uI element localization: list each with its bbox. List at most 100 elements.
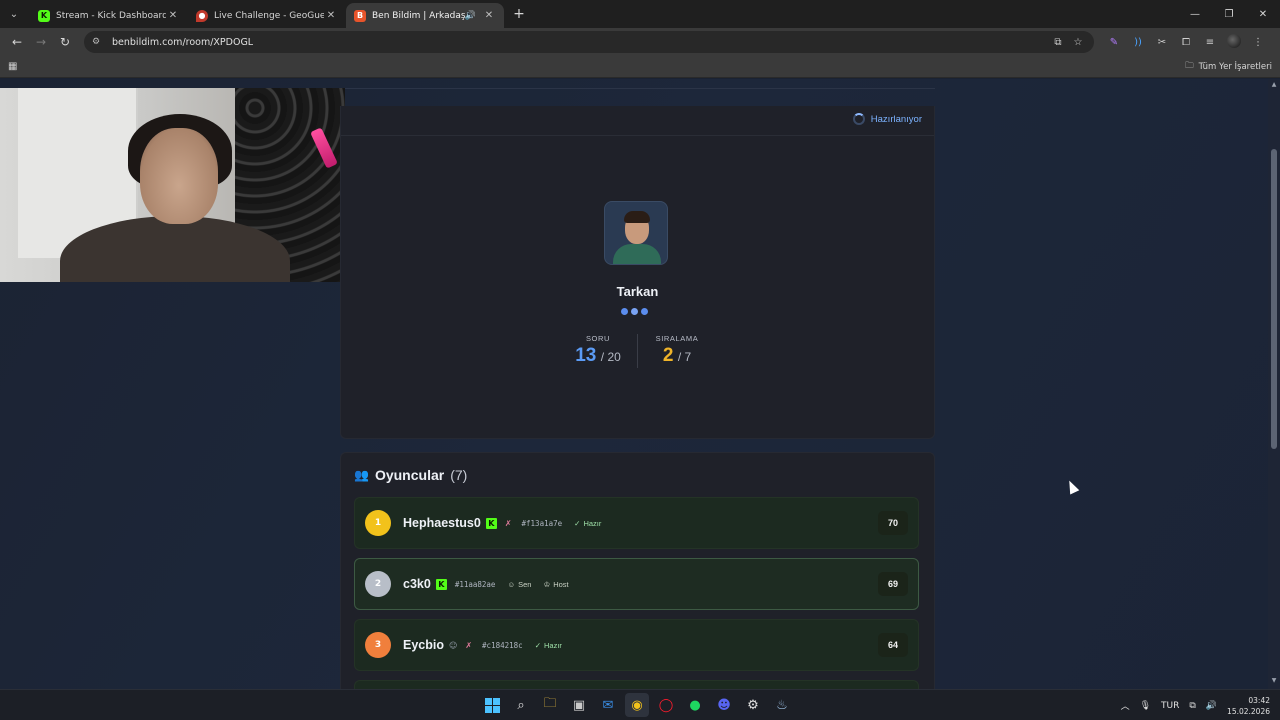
tab-title: Ben Bildim | Arkadaşlarınla: [372, 10, 465, 21]
you-label: Sen: [518, 579, 532, 589]
card-header: Hazırlanıyor: [341, 106, 934, 136]
benbildim-icon: B: [354, 9, 366, 22]
you-tag: ☺ Sen: [507, 580, 531, 589]
install-app-icon[interactable]: ⧉: [1048, 37, 1068, 48]
question-label: SORU: [585, 334, 611, 343]
typing-dots-icon: [621, 308, 648, 315]
store-icon[interactable]: ▣: [567, 693, 591, 717]
user-icon: ☺: [507, 579, 516, 589]
tab-geoguessr[interactable]: ● Live Challenge - GeoGuessr ✕: [188, 3, 346, 28]
ready-tag: ✓ Hazır: [574, 519, 601, 528]
rank-badge: 1: [365, 510, 391, 536]
windows-logo-icon: [484, 697, 500, 713]
language-indicator[interactable]: TUR: [1161, 701, 1179, 711]
question-stat: SORU 13 / 20: [563, 334, 633, 368]
back-button[interactable]: ←: [6, 31, 28, 53]
new-tab-button[interactable]: +: [508, 3, 530, 25]
minimize-icon[interactable]: —: [1178, 0, 1212, 28]
chrome-icon[interactable]: ◉: [625, 693, 649, 717]
check-circle-icon: ✓: [574, 518, 581, 528]
restore-icon[interactable]: ❐: [1212, 0, 1246, 28]
tab-title: Live Challenge - GeoGuessr: [214, 10, 324, 21]
network-icon[interactable]: ⧉: [1189, 701, 1195, 711]
extension-tool-icon[interactable]: ✂: [1150, 37, 1174, 48]
status-indicator: Hazırlanıyor: [852, 113, 922, 125]
volume-icon[interactable]: 🔊: [1206, 701, 1217, 711]
url-text: benbildim.com/room/XPDOGL: [112, 36, 254, 48]
discord-icon[interactable]: ☻: [712, 693, 736, 717]
page-scrollbar[interactable]: ▲ ▼: [1268, 79, 1280, 689]
clock[interactable]: 03:42 15.02.2026: [1227, 695, 1270, 717]
window-controls: — ❐ ✕: [1178, 0, 1280, 28]
check-circle-icon: ✓: [534, 640, 541, 650]
player-score: 70: [878, 511, 908, 535]
scroll-down-icon[interactable]: ▼: [1268, 677, 1280, 687]
rank-label: SIRALAMA: [655, 334, 699, 343]
rank-badge: 3: [365, 632, 391, 658]
site-info-icon[interactable]: ⚙: [92, 37, 104, 47]
spotify-icon[interactable]: ●: [683, 693, 707, 717]
all-bookmarks-button[interactable]: 🗀 Tüm Yer İşaretleri: [1185, 60, 1272, 74]
start-button[interactable]: [480, 693, 504, 717]
avatar-hair: [624, 211, 650, 223]
tab-benbildim[interactable]: B Ben Bildim | Arkadaşlarınla 🔊 ✕: [346, 3, 504, 28]
extensions-puzzle-icon[interactable]: ⧠: [1174, 37, 1198, 48]
chevron-up-icon[interactable]: ︿: [1121, 699, 1130, 712]
host-tag: ♔ Host: [543, 580, 568, 589]
question-total: / 20: [600, 350, 621, 364]
kick-icon: K: [38, 9, 50, 22]
mail-icon[interactable]: ✉: [596, 693, 620, 717]
address-bar[interactable]: ⚙ benbildim.com/room/XPDOGL ⧉ ☆: [84, 31, 1094, 53]
user-icon: ☺: [449, 640, 458, 650]
scrollbar-thumb[interactable]: [1271, 149, 1277, 449]
extensions-area: ✎ )) ✂ ⧠ ≡ ⋮: [1102, 33, 1270, 51]
forward-button[interactable]: →: [30, 31, 52, 53]
players-count: (7): [450, 467, 468, 483]
user-remove-icon[interactable]: ✗: [505, 519, 512, 528]
opera-icon[interactable]: ◯: [654, 693, 678, 717]
status-text: Hazırlanıyor: [870, 113, 922, 125]
player-row-self[interactable]: 2 c3k0 K #11aa82ae ☺ Sen ♔ Host 69: [354, 558, 919, 610]
clock-time: 03:42: [1248, 695, 1270, 705]
tab-kick-dashboard[interactable]: K Stream - Kick Dashboard ✕: [30, 3, 188, 28]
host-label: Host: [553, 579, 569, 589]
ready-tag: ✓ Hazır: [535, 641, 562, 650]
crown-icon: ♔: [543, 579, 551, 589]
speaker-icon[interactable]: 🔊: [465, 11, 476, 21]
apps-grid-icon[interactable]: ▦: [8, 61, 17, 72]
settings-gear-icon[interactable]: ⚙: [741, 693, 765, 717]
tab-search-button[interactable]: ⌄: [2, 3, 26, 25]
players-title: Oyuncular: [374, 467, 445, 483]
search-icon[interactable]: ⌕: [509, 693, 533, 717]
rank-stat: SIRALAMA 2 / 7: [642, 334, 712, 368]
player-row-partial[interactable]: [354, 680, 919, 689]
close-icon[interactable]: ✕: [166, 10, 180, 21]
file-explorer-icon[interactable]: 🗀: [538, 693, 562, 717]
extension-feather-icon[interactable]: ✎: [1102, 37, 1126, 48]
close-icon[interactable]: ✕: [482, 10, 496, 21]
reading-list-icon[interactable]: ≡: [1198, 37, 1222, 48]
steam-icon[interactable]: ♨: [770, 693, 794, 717]
ready-label: Hazır: [543, 640, 562, 650]
close-icon[interactable]: ✕: [324, 10, 338, 21]
browser-menu-icon[interactable]: ⋮: [1246, 37, 1270, 48]
geoguessr-pin-icon: ●: [196, 9, 208, 22]
close-window-icon[interactable]: ✕: [1246, 0, 1280, 28]
reload-button[interactable]: ↻: [54, 31, 76, 53]
players-panel: 👥 Oyuncular (7) 1 Hephaestus0 K ✗ #f13a1…: [340, 452, 935, 689]
user-remove-icon[interactable]: ✗: [465, 641, 472, 650]
player-score: 69: [878, 572, 908, 596]
extension-signal-icon[interactable]: )): [1126, 37, 1150, 48]
player-row-name: c3k0: [403, 577, 431, 591]
player-row-name: Hephaestus0: [403, 516, 481, 530]
webcam-person-face: [140, 128, 218, 224]
player-row[interactable]: 1 Hephaestus0 K ✗ #f13a1a7e ✓ Hazır 70: [354, 497, 919, 549]
player-row[interactable]: 3 Eycbio ☺ ✗ #c184218c ✓ Hazır 64: [354, 619, 919, 671]
folder-icon: 🗀: [1185, 60, 1194, 71]
bookmark-star-icon[interactable]: ☆: [1068, 37, 1088, 48]
scroll-up-icon[interactable]: ▲: [1268, 81, 1280, 91]
profile-avatar[interactable]: [1222, 33, 1246, 51]
quiz-status-card: Hazırlanıyor Tarkan SORU 13 / 20 SIRALAM…: [340, 106, 935, 439]
browser-tab-bar: ⌄ K Stream - Kick Dashboard ✕ ● Live Cha…: [0, 0, 1280, 28]
microphone-icon[interactable]: 🎙: [1140, 701, 1151, 711]
